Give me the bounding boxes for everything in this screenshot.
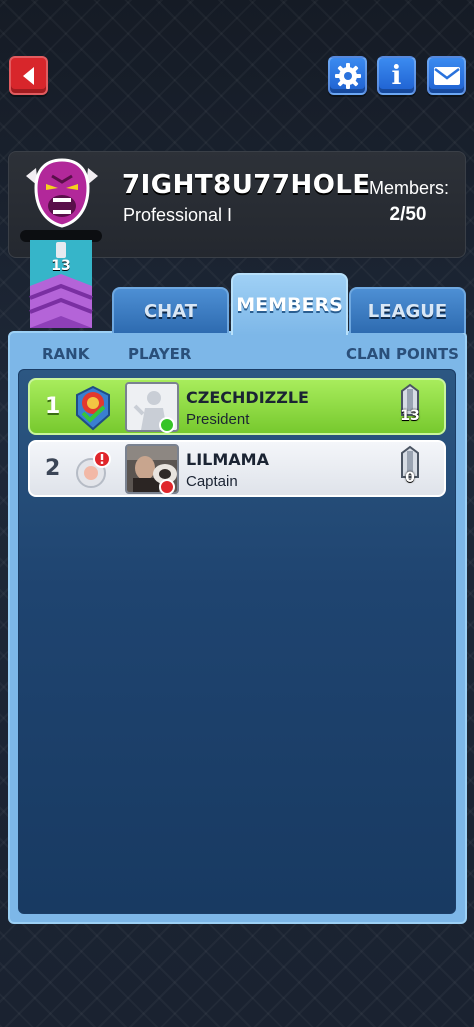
member-rank: 1	[45, 394, 61, 419]
tab-chat[interactable]: CHAT	[112, 287, 229, 333]
rank-badge-icon	[76, 450, 111, 488]
member-row[interactable]: 1 CZECHDIZZLE President 13	[28, 378, 446, 435]
clan-rank-ribbon	[29, 240, 93, 328]
mail-icon	[433, 66, 460, 85]
rank-badge-icon	[76, 385, 110, 431]
members-label: Members:	[369, 178, 450, 198]
player-role: President	[186, 411, 250, 428]
member-rank: 2	[45, 456, 61, 481]
tab-members[interactable]: MEMBERS	[231, 273, 348, 335]
clan-name: 7IGHT8U77HOLE	[122, 170, 371, 200]
mail-button[interactable]	[427, 56, 466, 95]
clan-league: Professional I	[123, 205, 233, 225]
back-button[interactable]	[9, 56, 48, 95]
player-name: LILMAMA	[186, 450, 269, 469]
offline-status-icon	[159, 479, 175, 495]
member-row[interactable]: 2 LILMAMA Captain 0	[28, 440, 446, 497]
tab-league[interactable]: LEAGUE	[349, 287, 466, 333]
player-role: Captain	[186, 473, 238, 490]
info-icon: i	[391, 60, 402, 91]
members-count: 2/50	[389, 204, 427, 225]
clan-rank-number: 13	[51, 258, 71, 274]
tab-league-label: LEAGUE	[367, 300, 448, 322]
info-button[interactable]: i	[377, 56, 416, 95]
gorilla-emblem-icon	[26, 158, 98, 228]
player-name: CZECHDIZZLE	[186, 388, 309, 407]
column-header-clan-points: CLAN POINTS	[346, 345, 459, 363]
column-header-rank: RANK	[42, 345, 90, 363]
settings-button[interactable]	[328, 56, 367, 95]
column-header-player: PLAYER	[128, 345, 192, 363]
back-arrow-icon	[22, 66, 34, 85]
clan-points-value: 0	[405, 470, 415, 486]
clan-points-value: 13	[400, 408, 420, 424]
gear-icon	[334, 62, 361, 89]
online-status-icon	[159, 417, 175, 433]
